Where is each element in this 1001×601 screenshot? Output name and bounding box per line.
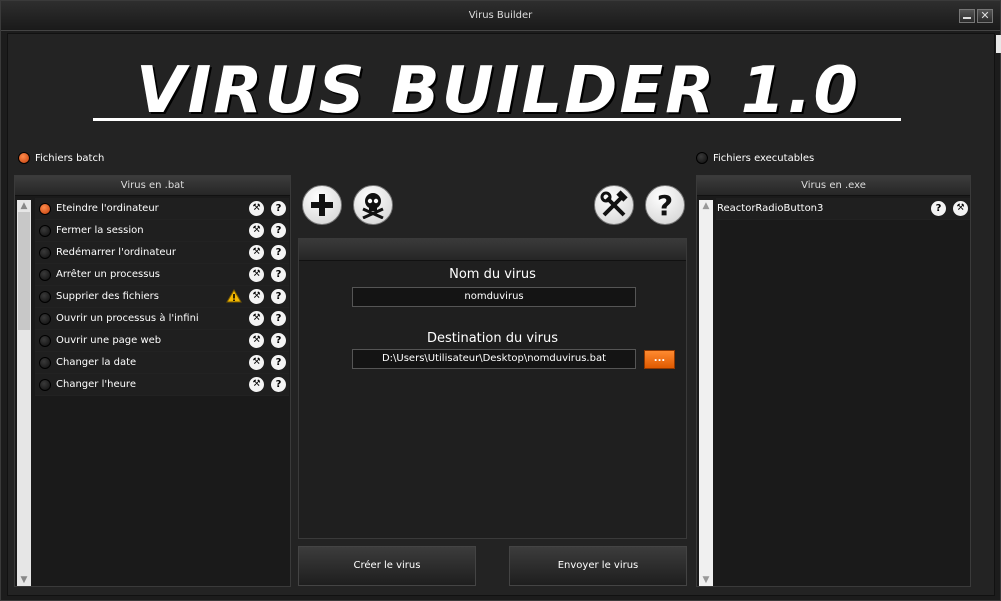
bat-panel-header: Virus en .bat [15,176,290,196]
destination-label: Destination du virus [426,331,558,346]
form-header [299,239,686,261]
radio-indicator[interactable] [39,378,51,391]
radio-indicator[interactable] [39,312,51,325]
help-icon[interactable]: ? [271,289,286,304]
radio-indicator[interactable] [39,290,51,303]
app-window: Virus Builder ✕ VIRUS BUILDER 1.0 Fichie… [0,0,1001,601]
scroll-down-arrow[interactable]: ▼ [699,574,713,586]
skull-icon [362,193,384,219]
tools-icon[interactable]: ⚒ [249,377,264,392]
list-item[interactable]: Redémarrer l'ordinateur ⚒? [35,242,289,264]
help-icon[interactable]: ? [271,333,286,348]
destination-input[interactable]: D:\Users\Utilisateur\Desktop\nomduvirus.… [352,349,636,369]
skull-button[interactable] [353,185,393,225]
tools-icon[interactable]: ⚒ [249,223,264,238]
tools-button[interactable] [594,185,634,225]
send-virus-button[interactable]: Envoyer le virus [509,546,687,586]
list-item[interactable]: Fermer la session ⚒? [35,220,289,242]
bat-virus-list: Eteindre l'ordinateur ⚒? Fermer la session… [35,198,289,396]
browse-button[interactable]: ... [644,350,675,369]
create-virus-button[interactable]: Créer le virus [298,546,476,586]
radio-indicator[interactable] [39,334,51,347]
svg-text:?: ? [657,190,673,220]
scroll-up-arrow[interactable]: ▲ [699,200,713,212]
list-item[interactable]: Supprier des fichiers ⚒? [35,286,289,308]
close-button[interactable]: ✕ [977,9,993,23]
exe-virus-list: ReactorRadioButton3 ? ⚒ [716,198,970,220]
exe-files-radio[interactable]: Fichiers executables [696,152,814,164]
help-icon[interactable]: ? [271,377,286,392]
tools-icon[interactable]: ⚒ [249,245,264,260]
radio-indicator[interactable] [39,224,51,237]
window-edge [996,35,1001,53]
tools-icon [600,190,628,217]
radio-indicator[interactable] [39,202,51,215]
scroll-up-arrow[interactable]: ▲ [17,200,31,212]
bat-virus-panel: Virus en .bat ▲ ▼ Eteindre l'ordinateur ⚒… [14,175,291,587]
exe-list-scrollbar[interactable]: ▲ ▼ [699,200,713,586]
list-item[interactable]: ReactorRadioButton3 ? ⚒ [716,198,970,220]
radio-indicator [696,152,708,164]
bat-list-scrollbar[interactable]: ▲ ▼ [17,200,31,586]
virus-name-input[interactable]: nomduvirus [352,287,636,307]
tools-icon[interactable]: ⚒ [249,311,264,326]
help-icon[interactable]: ? [271,245,286,260]
scrollbar-thumb[interactable] [18,212,30,330]
batch-files-label: Fichiers batch [35,152,105,164]
warning-icon [226,289,242,303]
tools-icon[interactable]: ⚒ [249,355,264,370]
help-icon[interactable]: ? [271,201,286,216]
window-title: Virus Builder [468,10,533,21]
exe-virus-panel: Virus en .exe ▲ ▼ ReactorRadioButton3 ? … [696,175,971,587]
list-item[interactable]: Changer l'heure ⚒? [35,374,289,396]
help-icon[interactable]: ? [271,311,286,326]
minimize-button[interactable] [959,9,975,23]
help-icon[interactable]: ? [271,355,286,370]
tools-icon[interactable]: ⚒ [249,267,264,282]
title-bar[interactable]: Virus Builder ✕ [1,1,1000,31]
list-item[interactable]: Arrêter un processus ⚒? [35,264,289,286]
logo-underline [93,118,901,121]
help-icon[interactable]: ? [931,201,946,216]
tools-icon[interactable]: ⚒ [249,333,264,348]
app-logo: VIRUS BUILDER 1.0 [135,54,861,128]
exe-panel-header: Virus en .exe [697,176,970,196]
plus-icon [311,194,333,216]
list-item[interactable]: Ouvrir un processus à l'infini ⚒? [35,308,289,330]
virus-name-label: Nom du virus [449,267,536,282]
list-item[interactable]: Changer la date ⚒? [35,352,289,374]
scroll-down-arrow[interactable]: ▼ [17,574,31,586]
radio-indicator [18,152,30,164]
add-button[interactable] [302,185,342,225]
close-icon: ✕ [980,9,990,22]
batch-files-radio[interactable]: Fichiers batch [18,152,104,164]
list-item[interactable]: Ouvrir une page web ⚒? [35,330,289,352]
list-item[interactable]: Eteindre l'ordinateur ⚒? [35,198,289,220]
radio-indicator[interactable] [39,268,51,281]
tools-icon[interactable]: ⚒ [249,201,264,216]
tools-icon[interactable]: ⚒ [249,289,264,304]
radio-indicator[interactable] [39,356,51,369]
help-icon[interactable]: ? [271,267,286,282]
exe-files-label: Fichiers executables [713,152,815,164]
help-icon[interactable]: ? [271,223,286,238]
radio-indicator[interactable] [39,246,51,259]
help-icon: ? [657,190,673,220]
help-button[interactable]: ? [645,185,685,225]
virus-form-panel: Nom du virus nomduvirus Destination du v… [298,238,687,539]
tools-icon[interactable]: ⚒ [953,201,968,216]
